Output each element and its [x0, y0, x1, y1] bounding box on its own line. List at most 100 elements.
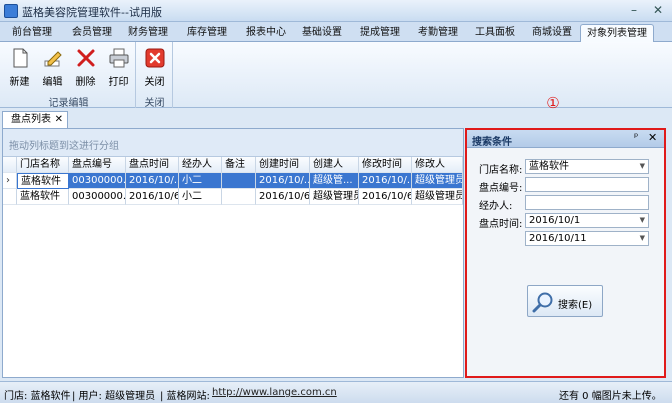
doc-tab-label: 盘点列表	[11, 114, 51, 125]
status-user: | 用户: 超级管理员	[72, 391, 156, 402]
tab-members[interactable]: 会员管理	[66, 24, 118, 42]
tab-commission[interactable]: 提成管理	[354, 24, 406, 42]
tab-reports[interactable]: 报表中心	[240, 24, 292, 42]
search-button[interactable]: 搜索(E)	[527, 285, 603, 317]
website-link[interactable]: http://www.lange.com.cn	[212, 387, 337, 398]
ribbon: 新建 编辑 删除 打印 记录编辑 关闭 关闭	[0, 42, 672, 109]
store-name-label: 门店名称:	[479, 165, 523, 176]
close-group: 关闭 关闭	[137, 42, 173, 109]
magnifier-icon	[532, 292, 553, 313]
close-tab-icon[interactable]: ✕	[55, 112, 63, 127]
search-panel: 搜索条件 ᵖ ✕ 门店名称: 蓝格软件 ▼ 盘点编号: 经办人: 盘点时间: 2…	[465, 128, 666, 378]
print-label: 打印	[108, 77, 129, 88]
chevron-down-icon: ▼	[639, 216, 645, 224]
new-document-icon	[13, 48, 28, 68]
close-window-button[interactable]: ✕	[650, 3, 666, 18]
status-bar: 门店: 蓝格软件 | 用户: 超级管理员 | 蓝格网站: http://www.…	[0, 381, 672, 403]
tab-inventory[interactable]: 库存管理	[181, 24, 233, 42]
table-cell[interactable]: 00300000...	[69, 173, 126, 189]
status-upload: 还有 0 幅图片未上传。	[559, 391, 662, 402]
table-cell[interactable]: 2016/10/6	[126, 189, 179, 205]
close-panel-icon[interactable]: ✕	[648, 131, 657, 144]
search-button-label: 搜索(E)	[558, 300, 593, 311]
end-date-value: 2016/10/11	[529, 233, 587, 244]
chevron-down-icon: ▼	[639, 234, 645, 242]
column-header[interactable]: 备注	[222, 157, 256, 173]
table-cell[interactable]: 00300000...	[69, 189, 126, 205]
edit-button[interactable]: 编辑	[37, 45, 68, 91]
inventory-time-label: 盘点时间:	[479, 219, 523, 230]
delete-label: 删除	[75, 77, 96, 88]
table-cell[interactable]: 2016/10/...	[126, 173, 179, 189]
inventory-grid-panel: 拖动列标题到这进行分组 门店名称 盘点编号 盘点时间 经办人 备注 创建时间 创…	[2, 128, 464, 378]
start-date-picker[interactable]: 2016/10/1 ▼	[525, 213, 649, 228]
inventory-number-input[interactable]	[525, 177, 649, 192]
tab-inventory-list[interactable]: 盘点列表 ✕	[2, 111, 68, 128]
end-date-picker[interactable]: 2016/10/11 ▼	[525, 231, 649, 246]
table-cell[interactable]: 2016/10/6	[256, 189, 310, 205]
record-edit-group: 新建 编辑 删除 打印 记录编辑	[2, 42, 136, 109]
delete-x-icon	[77, 49, 95, 67]
chevron-down-icon: ▼	[639, 162, 645, 170]
column-header[interactable]: 创建人	[310, 157, 359, 173]
table-cell[interactable]: 超级管...	[310, 173, 359, 189]
tab-basic-settings[interactable]: 基础设置	[296, 24, 348, 42]
tab-tools[interactable]: 工具面板	[469, 24, 521, 42]
printer-icon	[109, 48, 129, 68]
table-cell[interactable]: 蓝格软件	[17, 189, 69, 205]
edit-pencil-icon	[44, 51, 62, 67]
close-button[interactable]: 关闭	[139, 45, 170, 91]
handler-label: 经办人:	[479, 201, 513, 212]
column-header[interactable]: 经办人	[179, 157, 222, 173]
record-edit-group-label: 记录编辑	[48, 98, 89, 109]
tab-mall-settings[interactable]: 商城设置	[526, 24, 578, 42]
table-cell[interactable]	[222, 173, 256, 189]
print-button[interactable]: 打印	[103, 45, 134, 91]
delete-button[interactable]: 删除	[70, 45, 101, 91]
status-website-label: | 蓝格网站:	[160, 391, 210, 402]
pin-icon[interactable]: ᵖ	[634, 132, 638, 143]
store-name-value: 蓝格软件	[529, 161, 569, 172]
minimize-button[interactable]: –	[626, 3, 642, 18]
column-header[interactable]: 修改时间	[359, 157, 412, 173]
inventory-number-label: 盘点编号:	[479, 183, 523, 194]
edit-label: 编辑	[42, 77, 63, 88]
table-cell[interactable]	[222, 189, 256, 205]
close-label: 关闭	[144, 77, 165, 88]
menu-tab-bar: 前台管理 会员管理 财务管理 库存管理 报表中心 基础设置 提成管理 考勤管理 …	[0, 22, 672, 42]
table-cell[interactable]: 2016/10/6	[359, 189, 412, 205]
search-panel-header: 搜索条件 ᵖ ✕	[467, 130, 664, 148]
group-by-hint: 拖动列标题到这进行分组	[3, 129, 463, 157]
table-cell[interactable]: 超级管理员	[412, 189, 463, 205]
handler-input[interactable]	[525, 195, 649, 210]
column-header[interactable]: 盘点时间	[126, 157, 179, 173]
close-red-icon	[145, 48, 165, 68]
new-label: 新建	[9, 77, 30, 88]
table-cell[interactable]: 小二	[179, 189, 222, 205]
table-cell[interactable]: 超级管理员	[310, 189, 359, 205]
tab-reception[interactable]: 前台管理	[6, 24, 58, 42]
app-icon	[4, 4, 18, 18]
tab-object-list[interactable]: 对象列表管理	[580, 24, 654, 42]
search-panel-title: 搜索条件	[472, 137, 512, 148]
row-indicator-empty	[3, 189, 17, 205]
column-header[interactable]: 盘点编号	[69, 157, 126, 173]
table-cell[interactable]: 小二	[179, 173, 222, 189]
row-indicator-header	[3, 157, 17, 173]
column-header[interactable]: 创建时间	[256, 157, 310, 173]
start-date-value: 2016/10/1	[529, 215, 581, 226]
tab-attendance[interactable]: 考勤管理	[412, 24, 464, 42]
tab-finance[interactable]: 财务管理	[122, 24, 174, 42]
document-tab-bar: 盘点列表 ✕	[0, 110, 672, 128]
column-header[interactable]: 门店名称	[17, 157, 69, 173]
new-button[interactable]: 新建	[4, 45, 35, 91]
window-title: 蓝格美容院管理软件--试用版	[22, 6, 162, 19]
table-cell[interactable]: 2016/10/...	[256, 173, 310, 189]
table-cell[interactable]: 蓝格软件	[17, 173, 69, 189]
website-link-wrap: http://www.lange.com.cn	[212, 387, 337, 398]
column-header[interactable]: 修改人	[412, 157, 463, 173]
store-name-select[interactable]: 蓝格软件 ▼	[525, 159, 649, 174]
close-group-label: 关闭	[144, 98, 165, 109]
table-cell[interactable]: 2016/10/...	[359, 173, 412, 189]
table-cell[interactable]: 超级管理员	[412, 173, 463, 189]
